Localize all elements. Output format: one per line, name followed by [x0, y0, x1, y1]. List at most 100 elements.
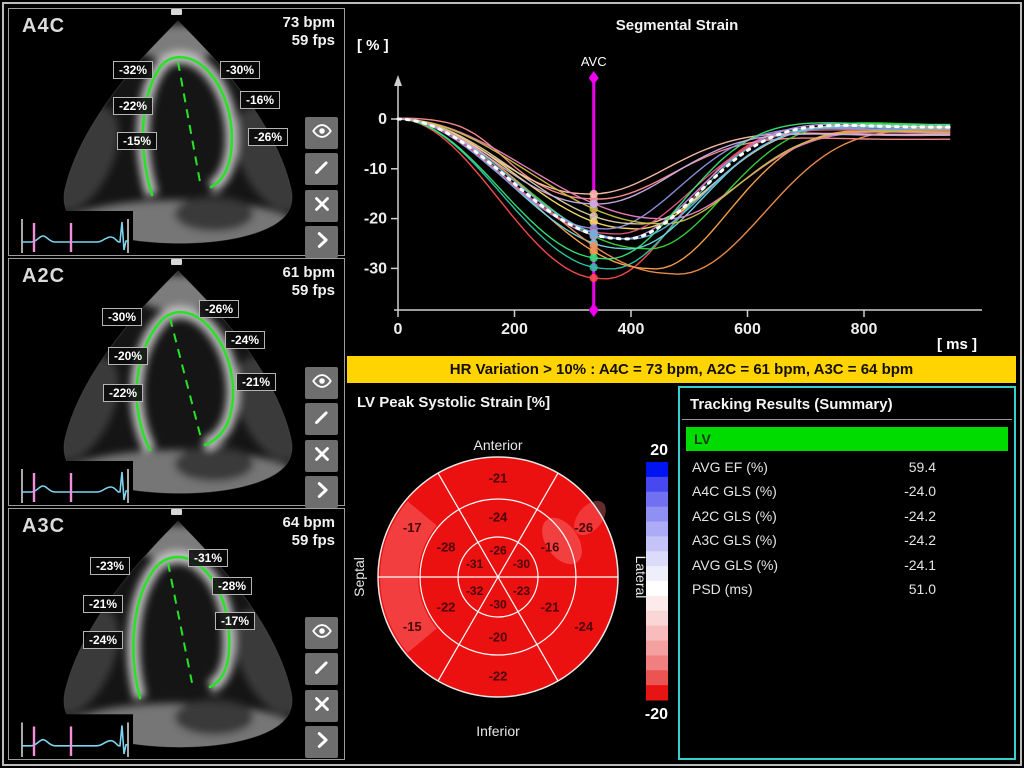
ecg-trace	[15, 461, 133, 503]
heart-rate-fps: 61 bpm59 fps	[282, 264, 335, 300]
strain-curve-a3c	[398, 119, 950, 259]
sector-apex-marker	[171, 259, 182, 265]
colorbar-step	[646, 507, 668, 522]
segmental-strain-chart: Segmental Strain[ % ][ ms ]0-10-20-30020…	[347, 8, 1016, 354]
pencil-icon	[311, 156, 333, 183]
bullseye-label-septal: Septal	[351, 557, 367, 597]
edit-contour-button[interactable]	[305, 153, 338, 185]
edit-contour-button[interactable]	[305, 403, 338, 435]
tracking-result-value: 59.4	[909, 455, 936, 479]
bullseye-segment-value: -26	[489, 544, 507, 558]
tracking-result-value: -24.0	[904, 479, 936, 503]
tracking-result-label: A3C GLS (%)	[692, 528, 777, 552]
y-axis-arrow	[394, 75, 402, 86]
avc-marker-bottom-diamond	[589, 303, 599, 317]
fps-value: 59 fps	[282, 282, 335, 300]
y-tick-label: -30	[364, 260, 387, 277]
bullseye-segment-value: -31	[466, 557, 484, 571]
strain-peak-marker	[590, 229, 598, 237]
colorbar-step	[646, 477, 668, 492]
x-tick-label: 0	[394, 321, 403, 338]
colorbar-step	[646, 655, 668, 670]
bullseye-segment-value: -28	[437, 540, 456, 555]
sector-apex-marker	[171, 9, 182, 15]
chart-title: Segmental Strain	[616, 17, 739, 34]
strain-peak-marker	[590, 200, 598, 208]
chevron-right-icon	[311, 729, 333, 756]
tracking-results-title: Tracking Results (Summary)	[690, 396, 1004, 413]
x-tick-label: 800	[851, 321, 878, 338]
ecg-trace	[15, 211, 133, 253]
colorbar-step	[646, 536, 668, 551]
show-contour-button[interactable]	[305, 367, 338, 399]
y-tick-label: -10	[364, 161, 387, 178]
x-tick-label: 200	[501, 321, 528, 338]
tracking-result-row: AVG GLS (%) -24.1	[680, 553, 1014, 577]
view-panel-a4c[interactable]: A4C73 bpm59 fps-32%-30%-22%-16%-15%-26%	[8, 8, 345, 256]
colorbar-step	[646, 626, 668, 641]
view-panel-a3c[interactable]: A3C64 bpm59 fps-23%-31%-21%-28%-24%-17%	[8, 508, 345, 760]
heart-rate-fps: 73 bpm59 fps	[282, 14, 335, 50]
x-icon	[311, 193, 333, 220]
bullseye-segment-value: -30	[513, 557, 531, 571]
tracking-row-lv[interactable]: LV	[686, 427, 1008, 451]
tracking-result-value: -24.2	[904, 528, 936, 552]
chevron-right-icon	[311, 479, 333, 506]
tracking-result-label: PSD (ms)	[692, 577, 753, 601]
colorbar-max-label: 20	[650, 442, 668, 459]
tracking-result-label: AVG GLS (%)	[692, 553, 778, 577]
colorbar-step	[646, 462, 668, 477]
tracking-result-label: A2C GLS (%)	[692, 504, 777, 528]
delete-view-button[interactable]	[305, 190, 338, 222]
view-title: A3C	[22, 515, 65, 538]
next-view-button[interactable]	[305, 726, 338, 758]
segment-strain-label: -30%	[220, 61, 260, 79]
tracking-result-value: -24.1	[904, 553, 936, 577]
colorbar-step	[646, 566, 668, 581]
x-axis-unit-label: [ ms ]	[937, 336, 977, 353]
tracking-result-row: PSD (ms) 51.0	[680, 577, 1014, 601]
segment-strain-label: -24%	[83, 631, 123, 649]
delete-view-button[interactable]	[305, 440, 338, 472]
segment-strain-label: -30%	[102, 308, 142, 326]
x-tick-label: 400	[618, 321, 645, 338]
bullseye-segment-value: -17	[403, 520, 422, 535]
colorbar-step	[646, 596, 668, 611]
show-contour-button[interactable]	[305, 617, 338, 649]
bullseye-segment-value: -15	[403, 619, 422, 634]
segment-strain-label: -22%	[113, 97, 153, 115]
y-tick-label: 0	[378, 111, 387, 128]
tracking-result-label: AVG EF (%)	[692, 455, 768, 479]
fps-value: 59 fps	[282, 532, 335, 550]
show-contour-button[interactable]	[305, 117, 338, 149]
bullseye-segment-value: -26	[574, 520, 593, 535]
tracking-result-value: 51.0	[909, 577, 936, 601]
view-panel-a2c[interactable]: A2C61 bpm59 fps-30%-26%-20%-24%-22%-21%	[8, 258, 345, 506]
next-view-button[interactable]	[305, 226, 338, 258]
avc-marker-top-diamond	[589, 71, 599, 85]
bullseye-segment-value: -22	[437, 600, 456, 615]
avc-label: AVC	[581, 54, 607, 69]
next-view-button[interactable]	[305, 476, 338, 508]
colorbar-step	[646, 670, 668, 685]
tracking-row-lv-label: LV	[694, 431, 711, 447]
tracking-result-row: A2C GLS (%)-24.2	[680, 504, 1014, 528]
eye-icon	[311, 370, 333, 397]
segment-strain-label: -26%	[248, 128, 288, 146]
colorbar-step	[646, 522, 668, 537]
eye-icon	[311, 620, 333, 647]
delete-view-button[interactable]	[305, 690, 338, 722]
y-axis-unit-label: [ % ]	[357, 37, 389, 54]
bullseye-segment-value: -32	[466, 584, 484, 598]
chevron-right-icon	[311, 229, 333, 256]
strain-peak-marker	[590, 190, 598, 198]
colorbar-step	[646, 492, 668, 507]
bullseye-segment-value: -24	[489, 510, 509, 525]
strain-peak-marker	[590, 274, 598, 282]
bullseye-segment-value: -23	[513, 584, 531, 598]
segment-strain-label: -16%	[240, 91, 280, 109]
view-title: A4C	[22, 15, 65, 38]
bullseye-segment-value: -21	[489, 471, 508, 486]
edit-contour-button[interactable]	[305, 653, 338, 685]
segment-strain-label: -32%	[113, 61, 153, 79]
